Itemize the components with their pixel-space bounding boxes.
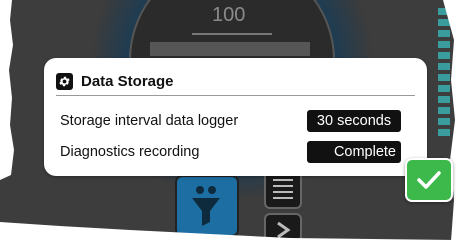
dialog-title: Data Storage <box>81 72 174 90</box>
storage-interval-row: Storage interval data logger 30 seconds <box>60 109 401 133</box>
gear-icon <box>56 72 73 90</box>
dialog-header: Data Storage <box>56 67 415 96</box>
storage-interval-value[interactable]: 30 seconds <box>307 110 401 132</box>
storage-interval-label: Storage interval data logger <box>60 113 239 129</box>
diagnostics-recording-label: Diagnostics recording <box>60 144 200 160</box>
diagnostics-recording-row: Diagnostics recording Complete <box>60 140 401 164</box>
gauge-top-value: 100 <box>212 4 246 26</box>
diagnostics-recording-value[interactable]: Complete <box>307 141 401 163</box>
check-icon <box>417 171 441 189</box>
confirm-button[interactable] <box>405 158 453 202</box>
